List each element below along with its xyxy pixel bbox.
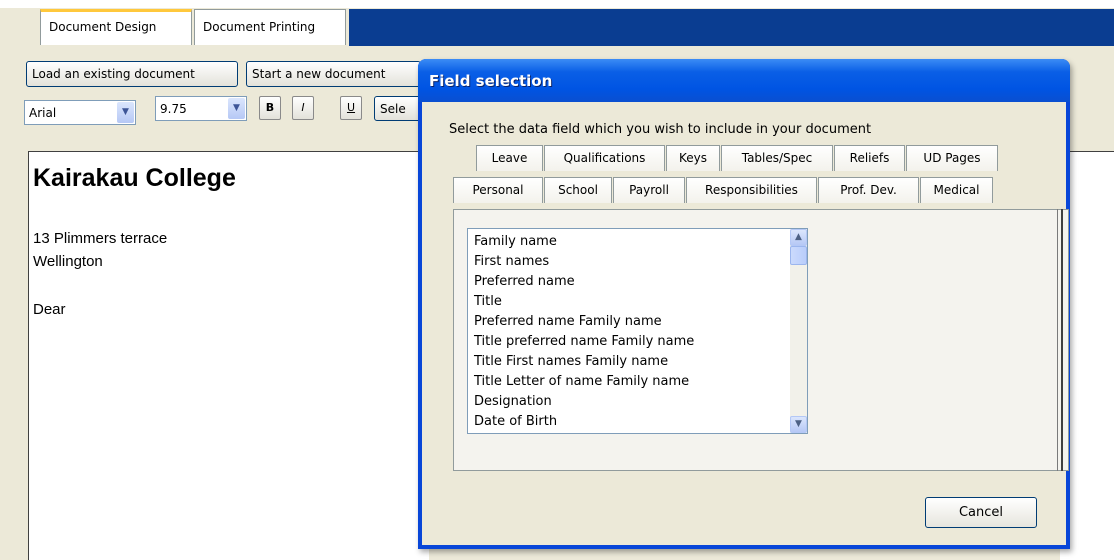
font-family-select[interactable]: Arial ▼ xyxy=(24,100,136,125)
list-item[interactable]: Title preferred name Family name xyxy=(474,334,694,349)
chevron-down-icon[interactable]: ▼ xyxy=(228,98,245,119)
tab-bar-fill xyxy=(349,9,1114,46)
field-selection-dialog: Field selection Select the data field wh… xyxy=(418,59,1070,549)
document-line: Wellington xyxy=(33,253,103,270)
list-item[interactable]: Designation xyxy=(474,394,552,409)
top-strip xyxy=(0,0,1114,8)
bold-button[interactable]: B xyxy=(259,96,281,120)
tab-payroll[interactable]: Payroll xyxy=(613,177,685,203)
document-editor[interactable]: Kairakau College 13 Plimmers terrace Wel… xyxy=(28,151,429,560)
dialog-body: Select the data field which you wish to … xyxy=(422,102,1069,545)
tab-leave[interactable]: Leave xyxy=(476,145,543,171)
dialog-title: Field selection xyxy=(429,72,553,90)
tab-panel-edge xyxy=(1057,209,1063,471)
chevron-down-icon[interactable]: ▼ xyxy=(117,102,134,123)
tab-ud-pages[interactable]: UD Pages xyxy=(906,145,998,171)
listbox-scrollbar[interactable]: ▲ ▼ xyxy=(790,229,807,433)
tab-keys[interactable]: Keys xyxy=(666,145,720,171)
document-line: 13 Plimmers terrace xyxy=(33,230,168,247)
tab-personal[interactable]: Personal xyxy=(453,177,543,203)
tab-qualifications[interactable]: Qualifications xyxy=(544,145,665,171)
list-item[interactable]: Title Letter of name Family name xyxy=(474,374,689,389)
list-item[interactable]: Date of Birth xyxy=(474,414,557,429)
tab-medical[interactable]: Medical xyxy=(920,177,993,203)
list-item[interactable]: Family name xyxy=(474,234,557,249)
chevron-up-icon[interactable]: ▲ xyxy=(790,229,807,246)
chevron-down-icon[interactable]: ▼ xyxy=(790,416,807,433)
list-item[interactable]: Title First names Family name xyxy=(474,354,668,369)
tab-reliefs[interactable]: Reliefs xyxy=(834,145,905,171)
dialog-titlebar[interactable]: Field selection xyxy=(418,59,1070,102)
underline-button[interactable]: U xyxy=(340,96,362,120)
dialog-prompt: Select the data field which you wish to … xyxy=(449,122,872,137)
italic-button[interactable]: I xyxy=(292,96,314,120)
document-heading: Kairakau College xyxy=(33,164,236,192)
new-document-button[interactable]: Start a new document xyxy=(246,61,421,87)
list-item[interactable]: First names xyxy=(474,254,549,269)
list-item[interactable]: Preferred name Family name xyxy=(474,314,662,329)
tab-document-design[interactable]: Document Design xyxy=(40,9,192,45)
load-document-button[interactable]: Load an existing document xyxy=(26,61,238,87)
list-item[interactable]: Title xyxy=(474,294,502,309)
font-size-select[interactable]: 9.75 ▼ xyxy=(155,96,247,121)
tab-school[interactable]: School xyxy=(544,177,612,203)
list-item[interactable]: Preferred name xyxy=(474,274,575,289)
tab-responsibilities[interactable]: Responsibilities xyxy=(686,177,817,203)
document-line: Dear xyxy=(33,301,66,318)
tab-prof-dev[interactable]: Prof. Dev. xyxy=(818,177,919,203)
field-listbox[interactable]: Family name First names Preferred name T… xyxy=(467,228,808,434)
font-family-value: Arial xyxy=(29,106,57,120)
scrollbar-thumb[interactable] xyxy=(790,246,807,265)
tab-tables-spec[interactable]: Tables/Spec xyxy=(721,145,833,171)
tab-document-printing[interactable]: Document Printing xyxy=(194,9,346,45)
font-size-value: 9.75 xyxy=(160,102,187,116)
cancel-button[interactable]: Cancel xyxy=(925,497,1037,528)
